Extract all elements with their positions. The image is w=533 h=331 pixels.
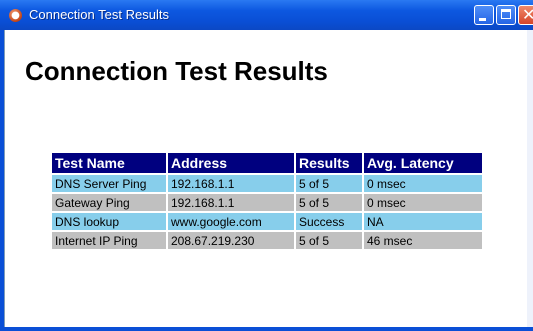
column-header-test-name: Test Name: [52, 153, 166, 173]
cell-test-name: DNS Server Ping: [52, 175, 166, 192]
cell-address: 192.168.1.1: [168, 175, 294, 192]
cell-results: Success: [296, 213, 362, 230]
window-title: Connection Test Results: [29, 7, 169, 22]
cell-avg-latency: 0 msec: [364, 175, 482, 192]
cell-test-name: Gateway Ping: [52, 194, 166, 211]
cell-avg-latency: 46 msec: [364, 232, 482, 249]
table-header-row: Test Name Address Results Avg. Latency: [52, 153, 482, 173]
column-header-address: Address: [168, 153, 294, 173]
window-bottom-border: [0, 327, 533, 331]
cell-avg-latency: NA: [364, 213, 482, 230]
page-title: Connection Test Results: [25, 56, 328, 86]
cell-address: www.google.com: [168, 213, 294, 230]
app-icon[interactable]: ●: [9, 9, 22, 22]
table-row: Internet IP Ping 208.67.219.230 5 of 5 4…: [52, 232, 482, 249]
cell-results: 5 of 5: [296, 175, 362, 192]
right-edge: [527, 30, 533, 327]
cell-test-name: Internet IP Ping: [52, 232, 166, 249]
cell-address: 208.67.219.230: [168, 232, 294, 249]
column-header-avg-latency: Avg. Latency: [364, 153, 482, 173]
app-window: ● Connection Test Results ✕ Connection T…: [0, 0, 533, 331]
cell-results: 5 of 5: [296, 194, 362, 211]
close-icon: ✕: [522, 5, 533, 24]
table-row: DNS lookup www.google.com Success NA: [52, 213, 482, 230]
cell-results: 5 of 5: [296, 232, 362, 249]
results-table: Test Name Address Results Avg. Latency D…: [50, 151, 484, 251]
cell-test-name: DNS lookup: [52, 213, 166, 230]
cell-avg-latency: 0 msec: [364, 194, 482, 211]
maximize-button[interactable]: [496, 5, 516, 25]
table-row: Gateway Ping 192.168.1.1 5 of 5 0 msec: [52, 194, 482, 211]
close-button[interactable]: ✕: [518, 5, 533, 25]
cell-address: 192.168.1.1: [168, 194, 294, 211]
minimize-button[interactable]: [474, 5, 494, 25]
column-header-results: Results: [296, 153, 362, 173]
title-bar[interactable]: ● Connection Test Results ✕: [0, 0, 533, 30]
maximize-icon: [501, 9, 511, 19]
table-row: DNS Server Ping 192.168.1.1 5 of 5 0 mse…: [52, 175, 482, 192]
minimize-icon: [479, 18, 486, 21]
